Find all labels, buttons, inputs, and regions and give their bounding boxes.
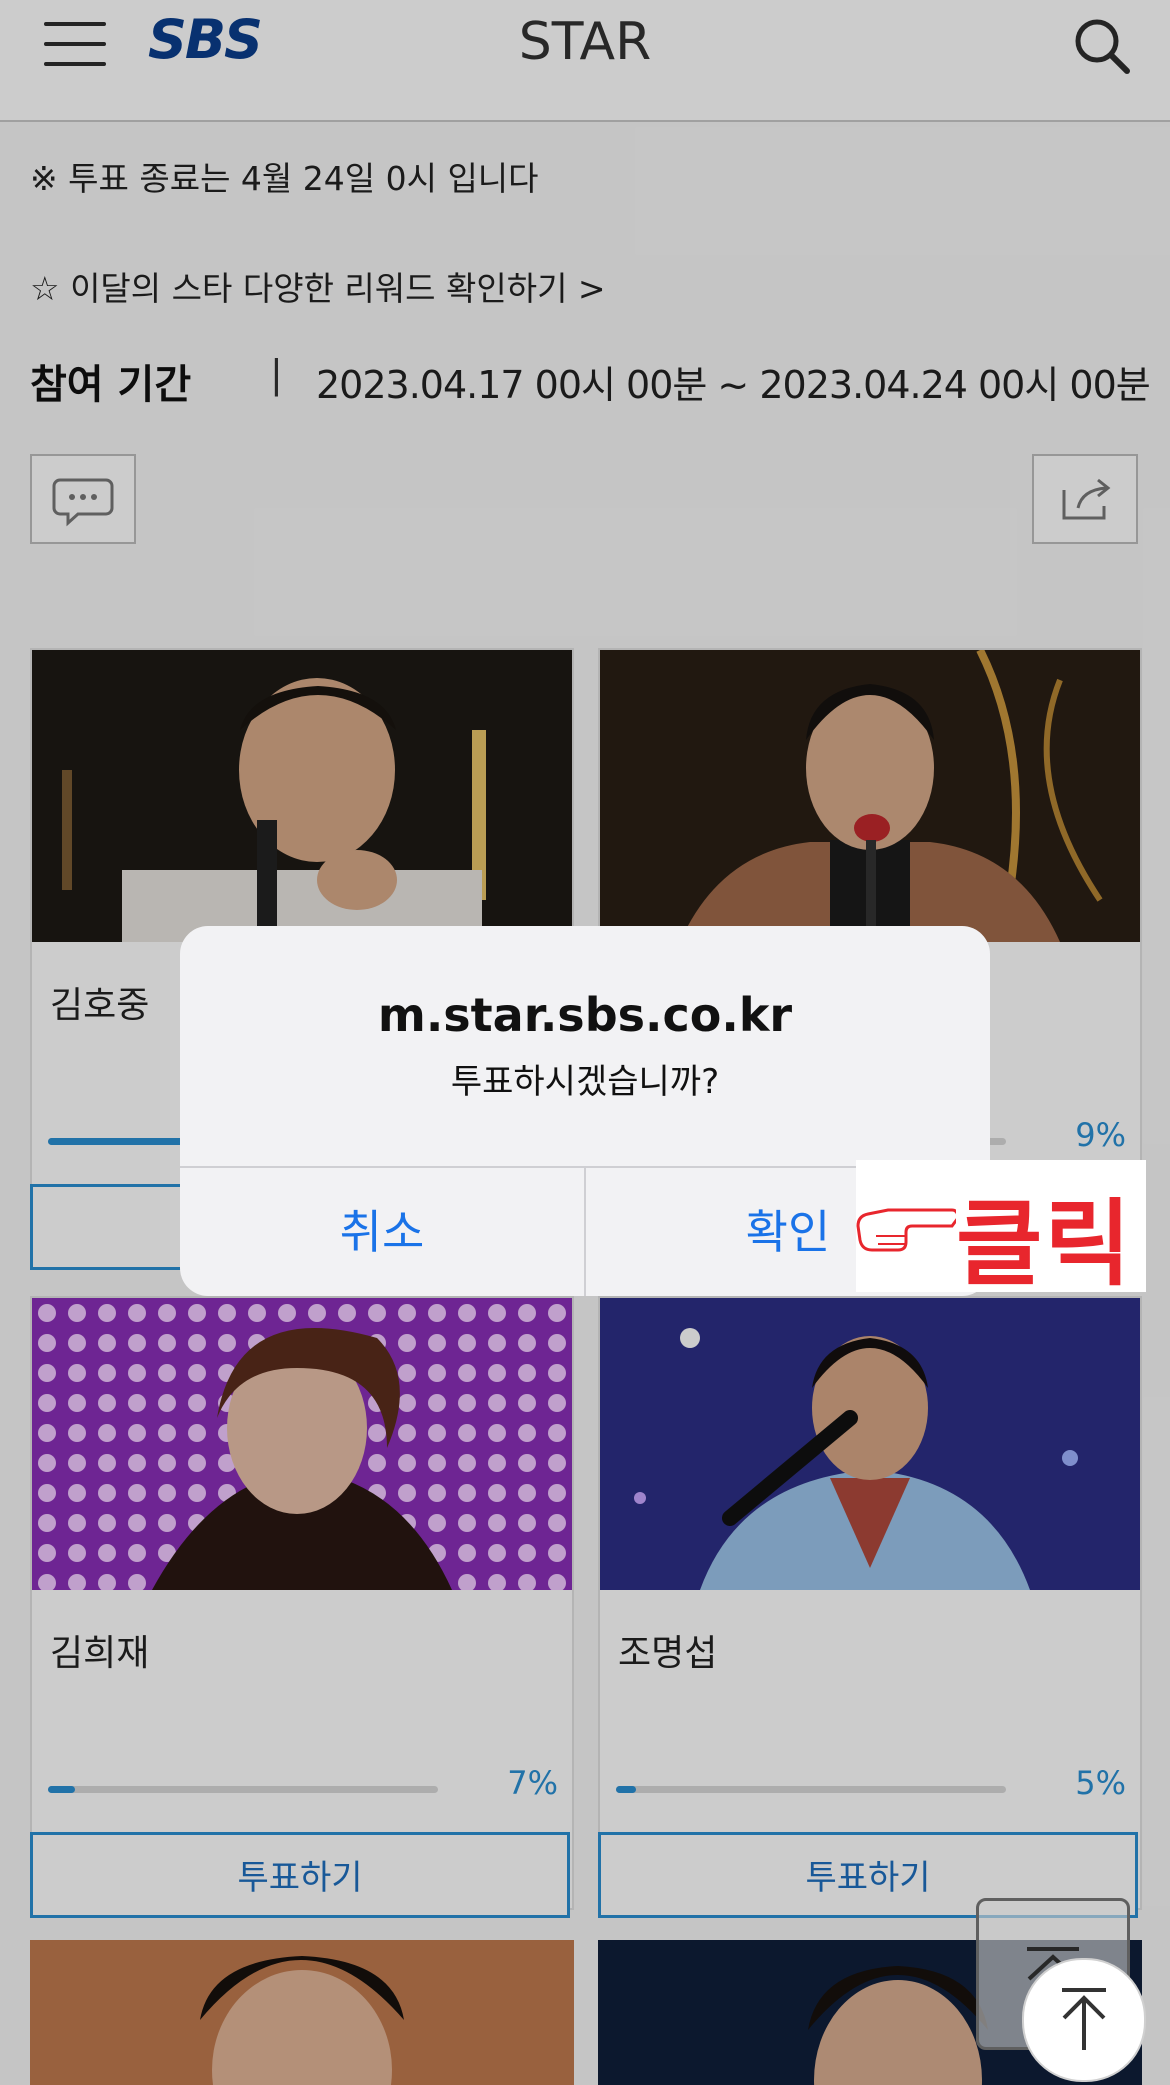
scroll-top-fab[interactable] bbox=[1022, 1958, 1146, 2082]
dialog-host: m.star.sbs.co.kr bbox=[377, 988, 793, 1042]
cancel-button[interactable]: 취소 bbox=[180, 1168, 584, 1296]
pointing-hand-icon bbox=[856, 1208, 956, 1252]
annotation-text: 클릭 bbox=[956, 1190, 1133, 1299]
arrow-up-icon bbox=[1062, 1988, 1106, 2050]
dialog-message: 투표하시겠습니까? bbox=[450, 1062, 720, 1102]
click-annotation: 클릭 bbox=[856, 1160, 1146, 1299]
vote-page: SBS STAR ※ 투표 종료는 4월 24일 0시 입니다 ☆ 이달의 스타… bbox=[0, 0, 1170, 2085]
